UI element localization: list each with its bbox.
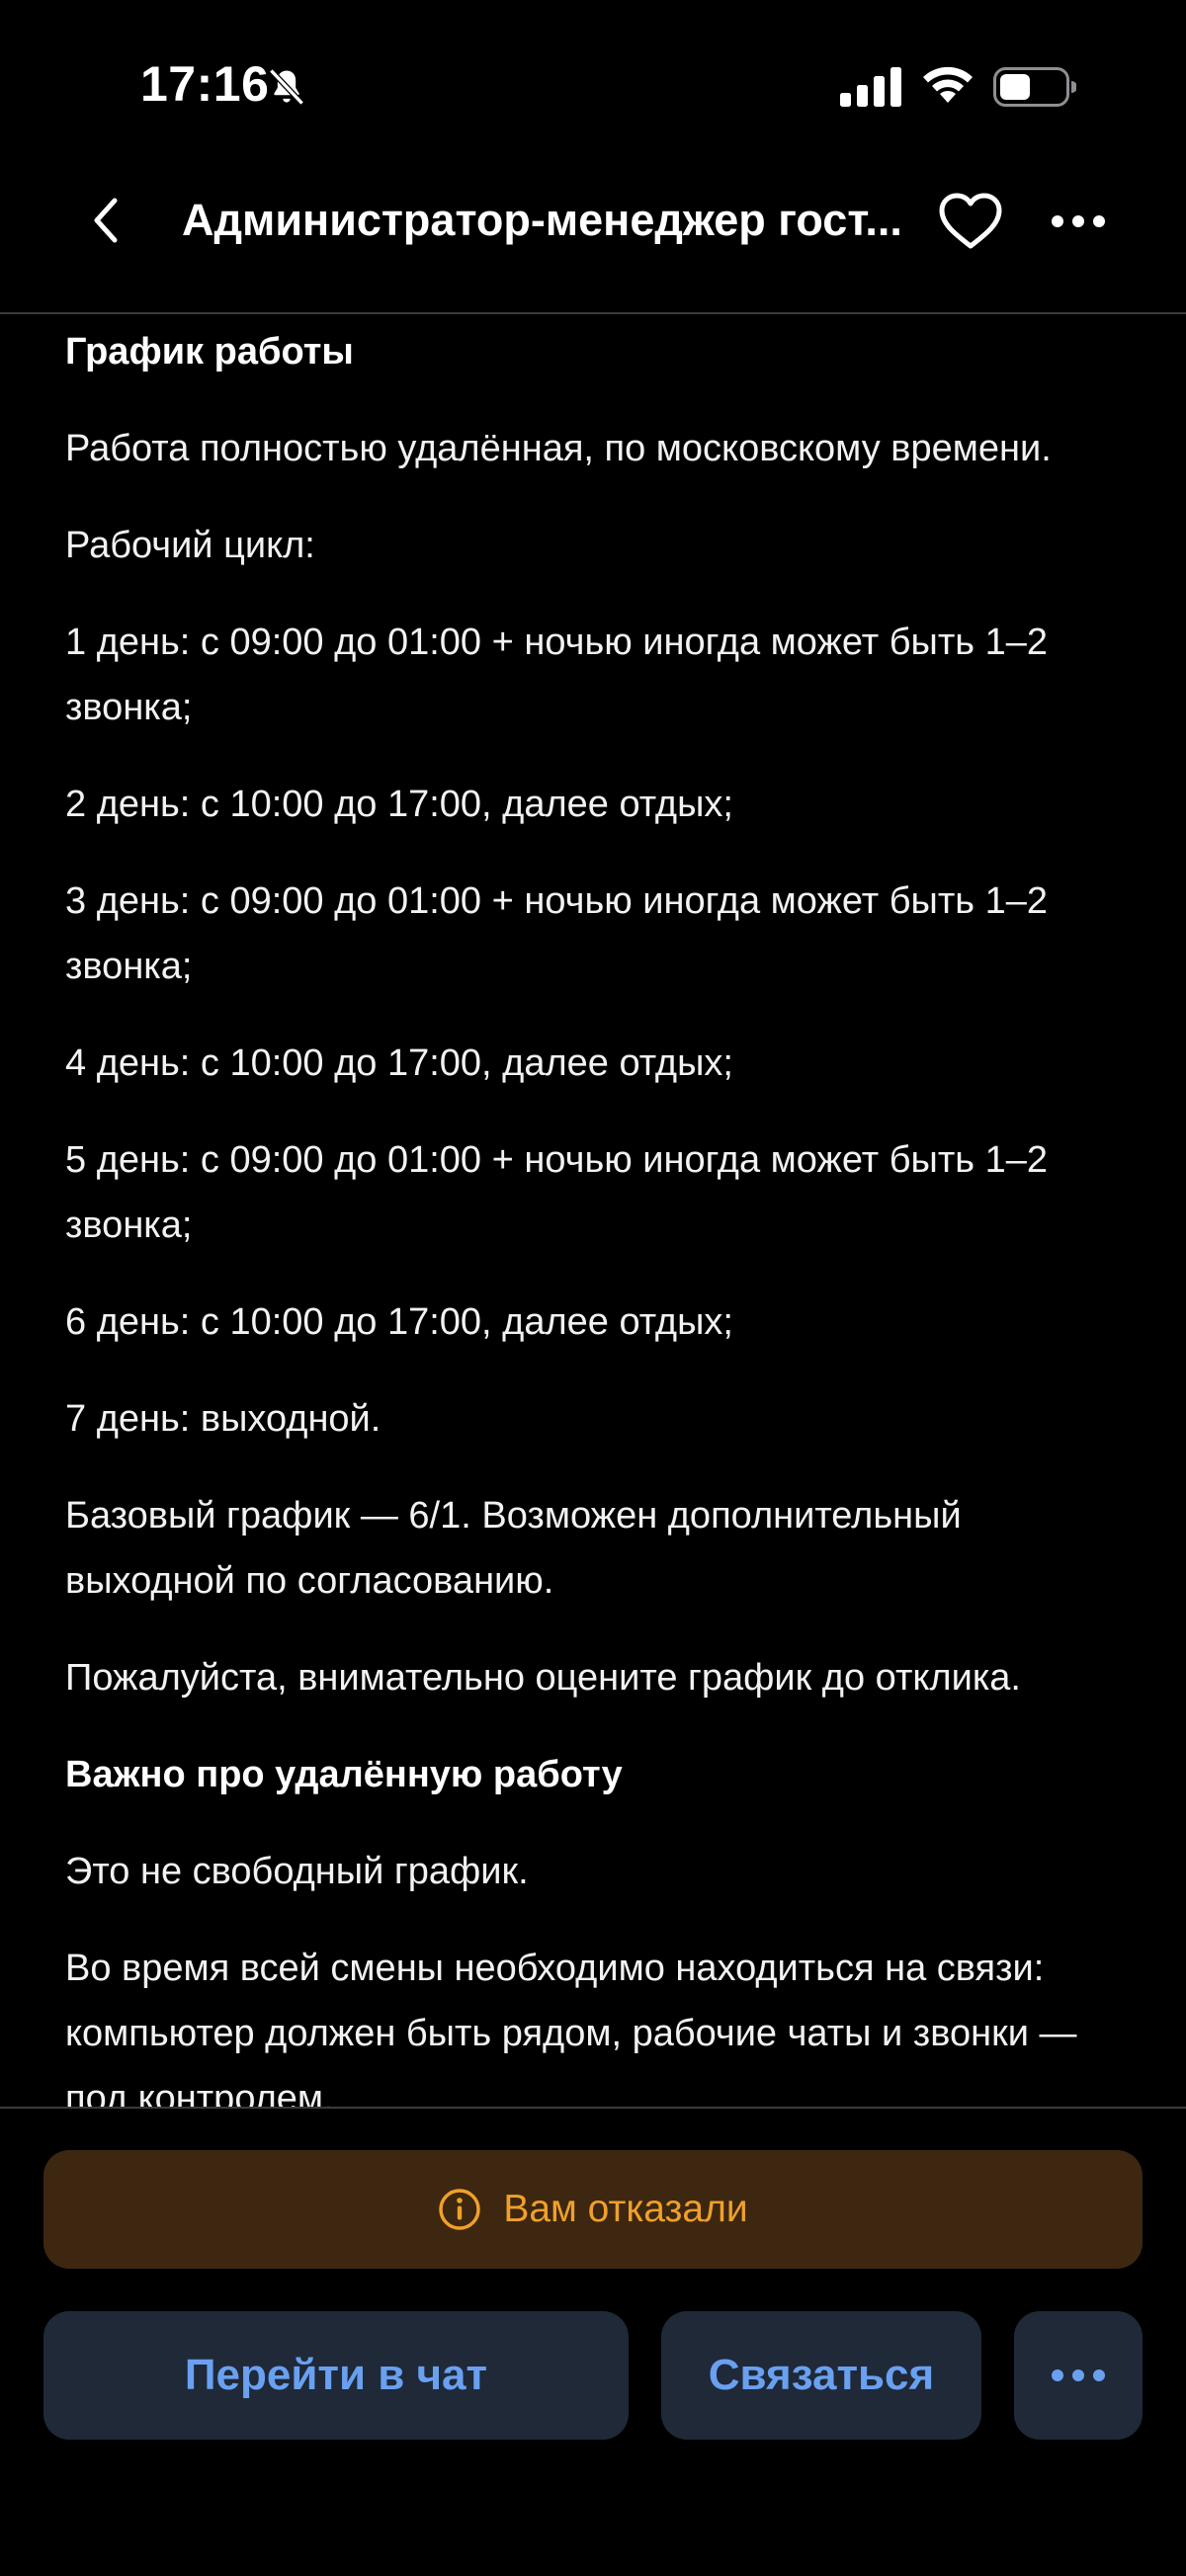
wifi-icon: [923, 66, 973, 103]
schedule-day-7: 7 день: выходной.: [65, 1398, 381, 1440]
favorite-button[interactable]: [935, 187, 1006, 256]
info-icon: [439, 2189, 481, 2230]
schedule-day-5: 5 день: с 09:00 до 01:00 + ночью иногда …: [65, 1139, 1048, 1246]
status-bar: 17:16: [0, 0, 1186, 173]
bottom-action-panel: Вам отказали Перейти в чат Связаться: [0, 2109, 1186, 2576]
contact-button[interactable]: Связаться: [661, 2311, 981, 2440]
paragraph-remote: Работа полностью удалённая, по московско…: [65, 428, 1052, 469]
page-title: Администратор-менеджер гост...: [182, 195, 902, 245]
back-button[interactable]: [81, 185, 130, 256]
cellular-signal-icon: [840, 67, 901, 107]
ellipsis-icon: [1052, 215, 1105, 227]
more-actions-button[interactable]: [1014, 2311, 1143, 2440]
paragraph-please: Пожалуйста, внимательно оцените график д…: [65, 1657, 1021, 1699]
schedule-day-1: 1 день: с 09:00 до 01:00 + ночью иногда …: [65, 622, 1048, 728]
battery-icon: [993, 67, 1076, 107]
paragraph-base-schedule: Базовый график — 6/1. Возможен дополните…: [65, 1495, 962, 1602]
schedule-day-6: 6 день: с 10:00 до 17:00, далее отдых;: [65, 1301, 733, 1343]
section-heading-schedule: График работы: [65, 331, 354, 373]
paragraph-online: Во время всей смены необходимо находитьс…: [65, 1948, 1077, 2107]
paragraph-cycle: Рабочий цикл:: [65, 525, 315, 566]
ellipsis-icon: [1052, 2369, 1105, 2381]
more-options-button[interactable]: [1048, 187, 1109, 256]
rejection-status-banner: Вам отказали: [43, 2150, 1143, 2269]
rejection-status-label: Вам отказали: [503, 2188, 748, 2230]
section-heading-remote: Важно про удалённую работу: [65, 1754, 623, 1795]
heart-icon: [939, 193, 1002, 249]
nav-header: Администратор-менеджер гост...: [0, 173, 1186, 314]
paragraph-not-free: Это не свободный график.: [65, 1851, 529, 1892]
schedule-day-3: 3 день: с 09:00 до 01:00 + ночью иногда …: [65, 880, 1048, 987]
go-to-chat-button[interactable]: Перейти в чат: [43, 2311, 629, 2440]
bell-off-icon: [269, 68, 304, 106]
schedule-day-2: 2 день: с 10:00 до 17:00, далее отдых;: [65, 784, 733, 825]
status-time: 17:16: [140, 56, 270, 112]
chevron-left-icon: [94, 198, 118, 243]
schedule-day-4: 4 день: с 10:00 до 17:00, далее отдых;: [65, 1042, 733, 1084]
vacancy-description[interactable]: График работы Работа полностью удалённая…: [0, 316, 1186, 2107]
